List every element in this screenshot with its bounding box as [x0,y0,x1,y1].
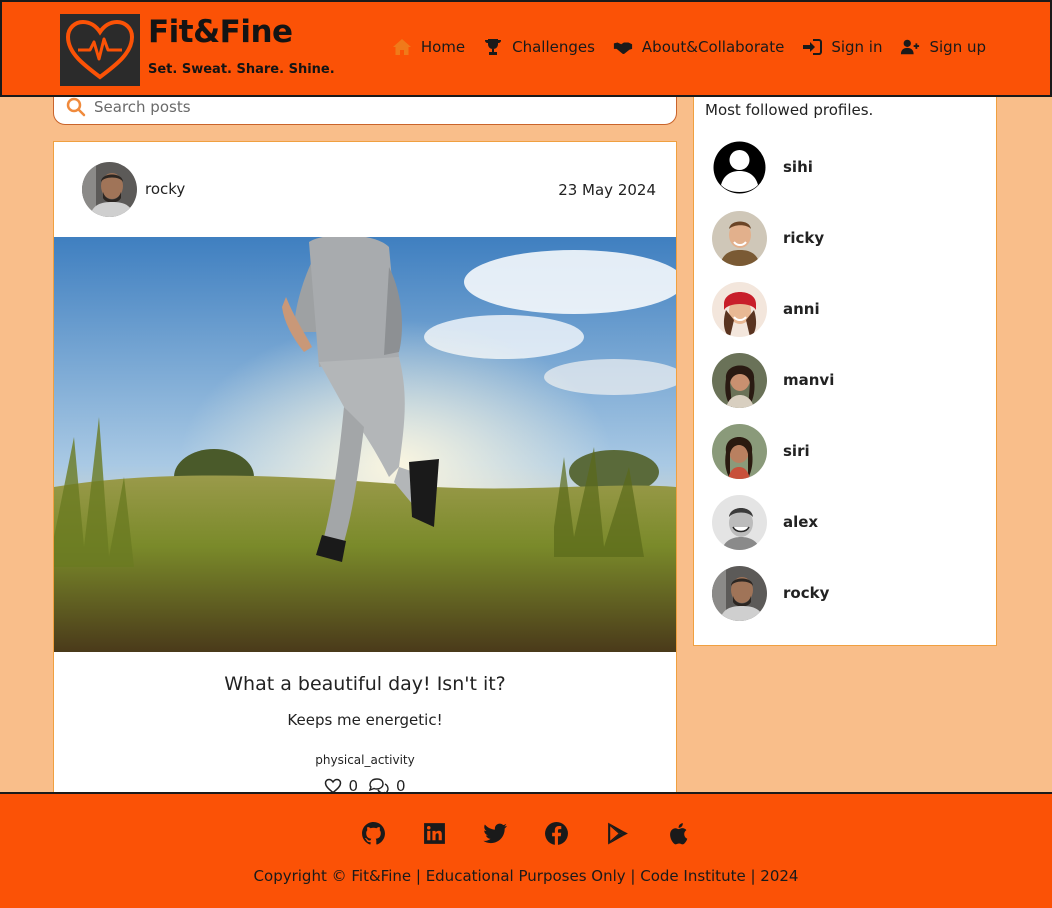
profile-avatar [712,210,767,266]
post-card: rocky 23 May 2024 What a beautiful day! … [53,141,677,801]
profile-item[interactable]: rocky [712,565,982,621]
nav-about[interactable]: About&Collaborate [613,38,784,56]
github-icon[interactable] [361,821,386,846]
profile-name: siri [783,442,810,460]
google-play-icon[interactable] [605,821,630,846]
profile-avatar [712,281,767,337]
nav-about-label: About&Collaborate [641,38,785,56]
profile-item[interactable]: ricky [712,210,982,266]
sign-in-icon [803,39,823,55]
profile-avatar [712,352,767,408]
post-author[interactable]: rocky [145,180,185,198]
popular-profiles: Most followed profiles. sihi ricky anni [693,90,997,646]
profile-item[interactable]: manvi [712,352,982,408]
profile-avatar [712,494,767,550]
user-plus-icon [901,39,920,55]
social-links [0,821,1052,846]
profile-item[interactable]: siri [712,423,982,479]
trophy-icon [485,39,502,55]
profile-name: alex [783,513,819,531]
nav-sign-up-label: Sign up [929,38,986,56]
nav-links: Home Challenges About&Collaborate Sign i… [392,38,986,56]
footer: Copyright © Fit&Fine | Educational Purpo… [0,792,1052,908]
twitter-icon[interactable] [483,821,508,846]
post-header: rocky 23 May 2024 [54,142,676,237]
nav-sign-in[interactable]: Sign in [802,38,882,56]
linkedin-icon[interactable] [422,821,447,846]
copyright-text: Copyright © Fit&Fine | Educational Purpo… [253,867,799,885]
post-title: What a beautiful day! Isn't it? [224,673,506,695]
profile-name: ricky [783,229,825,247]
post-image[interactable] [54,237,676,652]
facebook-icon[interactable] [544,821,569,846]
profile-name: anni [783,300,820,318]
nav-challenges-label: Challenges [512,38,595,56]
nav-sign-in-label: Sign in [831,38,883,56]
profile-item[interactable]: alex [712,494,982,550]
brand-title[interactable]: Fit&Fine [148,14,293,50]
handshake-icon [613,42,633,55]
post-date: 23 May 2024 [558,181,656,199]
nav-challenges[interactable]: Challenges [483,38,595,56]
profile-avatar [712,565,767,621]
nav-home[interactable]: Home [392,38,465,56]
profile-item[interactable]: sihi [712,139,982,195]
navbar: Fit&Fine Set. Sweat. Share. Shine. Home … [0,0,1052,97]
popular-profiles-title: Most followed profiles. [705,101,874,119]
search-icon [66,97,86,116]
search-input[interactable] [94,97,654,116]
nav-sign-up[interactable]: Sign up [900,38,986,56]
profile-avatar-default-icon [713,141,766,193]
post-tag[interactable]: physical_activity [54,753,676,767]
post-body: Keeps me energetic! [287,711,443,729]
brand-slogan: Set. Sweat. Share. Shine. [148,62,335,77]
home-icon [392,39,411,55]
profile-name: manvi [783,371,835,389]
profile-avatar [712,423,767,479]
profile-name: sihi [783,158,813,176]
apple-icon[interactable] [666,821,691,846]
nav-home-label: Home [420,38,466,56]
author-avatar[interactable] [82,162,137,217]
heart-pulse-icon [65,19,135,80]
logo[interactable] [60,14,140,86]
profile-item[interactable]: anni [712,281,982,337]
profile-name: rocky [783,584,830,602]
